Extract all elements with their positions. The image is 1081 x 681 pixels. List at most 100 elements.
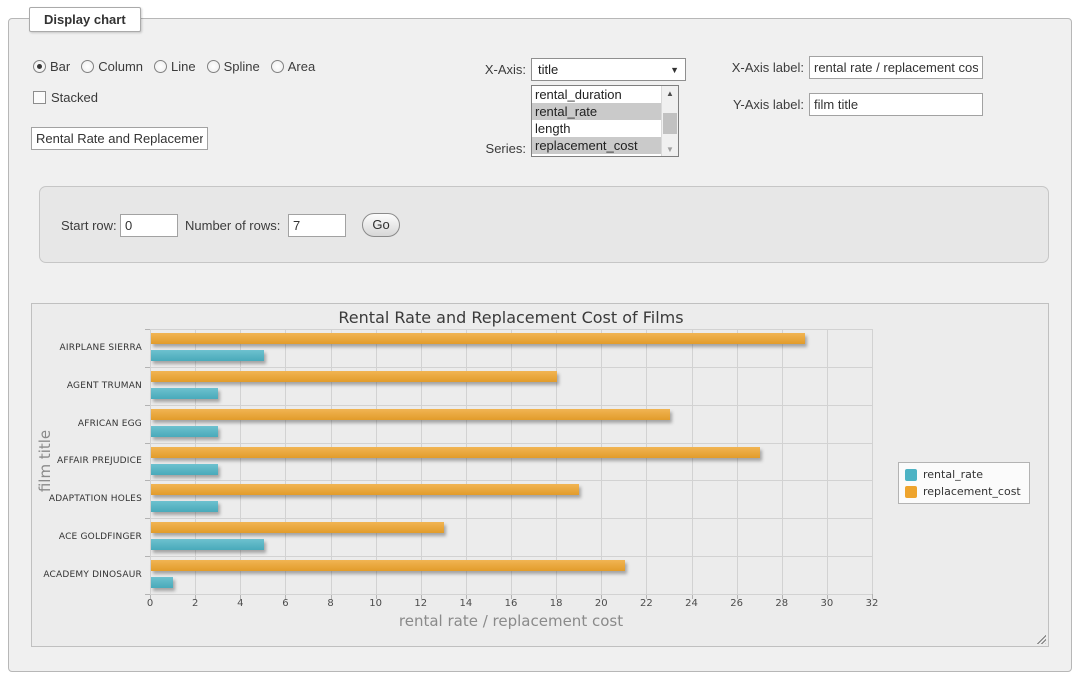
chart-type-spline[interactable]: Spline xyxy=(207,59,260,74)
x-tick-label: 4 xyxy=(237,598,243,609)
scroll-down-icon[interactable]: ▼ xyxy=(662,142,678,156)
gridline xyxy=(692,329,693,594)
chart-type-options: Bar Column Line Spline Area xyxy=(33,59,315,74)
category-label: AIRPLANE SIERRA xyxy=(32,329,142,367)
gridline xyxy=(827,329,828,594)
radio-icon xyxy=(81,60,94,73)
bar-rental_rate xyxy=(151,577,173,588)
gridline xyxy=(150,594,872,595)
x-tick-label: 30 xyxy=(821,598,834,609)
radio-icon xyxy=(33,60,46,73)
bar-replacement_cost xyxy=(151,560,625,571)
gridline xyxy=(376,329,377,594)
series-option-length[interactable]: length xyxy=(532,120,661,137)
stacked-label: Stacked xyxy=(51,90,98,105)
gridline xyxy=(150,556,872,557)
category-label: AFFAIR PREJUDICE xyxy=(32,443,142,481)
chart-type-bar[interactable]: Bar xyxy=(33,59,70,74)
number-of-rows-input[interactable] xyxy=(288,214,346,237)
gridline xyxy=(240,329,241,594)
bar-rental_rate xyxy=(151,426,218,437)
gridline xyxy=(511,329,512,594)
scrollbar-thumb[interactable] xyxy=(663,113,677,134)
bar-replacement_cost xyxy=(151,409,670,420)
gridline xyxy=(556,329,557,594)
tick-mark xyxy=(145,443,150,444)
display-chart-fieldset: Display chart BarColumnLineSplineArea St… xyxy=(8,18,1072,672)
x-tick-label: 2 xyxy=(192,598,198,609)
bar-replacement_cost xyxy=(151,333,805,344)
series-select-label: Series: xyxy=(439,141,526,157)
x-tick-label: 26 xyxy=(730,598,743,609)
x-axis-select[interactable]: title ▼ xyxy=(531,58,686,81)
x-tick-labels: 02468101214161820222426283032 xyxy=(150,598,872,610)
gridline xyxy=(150,405,872,406)
start-row-input[interactable] xyxy=(120,214,178,237)
tick-mark xyxy=(145,594,150,595)
bar-rental_rate xyxy=(151,539,264,550)
tick-mark xyxy=(145,556,150,557)
radio-icon xyxy=(154,60,167,73)
category-label: ACE GOLDFINGER xyxy=(32,518,142,556)
gridline xyxy=(150,480,872,481)
x-tick-label: 32 xyxy=(866,598,879,609)
x-axis-selected-value: title xyxy=(538,62,670,77)
series-options: rental_durationrental_ratelengthreplacem… xyxy=(532,86,661,156)
chart-type-column[interactable]: Column xyxy=(81,59,143,74)
checkbox-icon xyxy=(33,91,46,104)
stacked-checkbox[interactable]: Stacked xyxy=(33,90,98,105)
x-tick-label: 20 xyxy=(595,598,608,609)
x-tick-label: 28 xyxy=(775,598,788,609)
legend-swatch-icon xyxy=(905,469,917,481)
radio-icon xyxy=(207,60,220,73)
series-scrollbar[interactable]: ▲ ▼ xyxy=(661,86,678,156)
gridline xyxy=(150,367,872,368)
scroll-up-icon[interactable]: ▲ xyxy=(662,86,678,100)
y-axis-label-input[interactable] xyxy=(809,93,983,116)
gridline xyxy=(466,329,467,594)
bar-rental_rate xyxy=(151,388,218,399)
x-axis-label-label: X-Axis label: xyxy=(711,60,804,76)
gridline xyxy=(150,329,151,594)
category-label: AGENT TRUMAN xyxy=(32,367,142,405)
x-tick-label: 8 xyxy=(327,598,333,609)
category-label: AFRICAN EGG xyxy=(32,405,142,443)
chart-container: Rental Rate and Replacement Cost of Film… xyxy=(31,303,1049,647)
x-tick-label: 10 xyxy=(369,598,382,609)
gridline xyxy=(150,329,872,330)
bar-rental_rate xyxy=(151,501,218,512)
chart-legend: rental_rate replacement_cost xyxy=(898,462,1030,504)
gridline xyxy=(737,329,738,594)
chart-title-input[interactable] xyxy=(31,127,208,150)
x-tick-label: 22 xyxy=(640,598,653,609)
gridline xyxy=(646,329,647,594)
y-axis-label-label: Y-Axis label: xyxy=(711,97,804,113)
radio-icon xyxy=(271,60,284,73)
tick-mark xyxy=(145,405,150,406)
gridline xyxy=(150,518,872,519)
chart-title: Rental Rate and Replacement Cost of Film… xyxy=(150,308,872,327)
start-row-label: Start row: xyxy=(61,218,117,234)
tick-mark xyxy=(145,518,150,519)
tick-mark xyxy=(145,329,150,330)
bar-rental_rate xyxy=(151,464,218,475)
chart-type-line[interactable]: Line xyxy=(154,59,196,74)
chart-x-axis-title: rental rate / replacement cost xyxy=(150,612,872,630)
legend-swatch-icon xyxy=(905,486,917,498)
series-option-replacement_cost[interactable]: replacement_cost xyxy=(532,137,661,154)
series-option-rental_rate[interactable]: rental_rate xyxy=(532,103,661,120)
gridline xyxy=(285,329,286,594)
legend-item-rental_rate[interactable]: rental_rate xyxy=(905,468,1021,481)
category-labels: AIRPLANE SIERRAAGENT TRUMANAFRICAN EGGAF… xyxy=(32,329,142,594)
x-tick-label: 14 xyxy=(460,598,473,609)
resize-handle-icon[interactable] xyxy=(1035,633,1046,644)
x-axis-label-input[interactable] xyxy=(809,56,983,79)
gridline xyxy=(872,329,873,594)
go-button[interactable]: Go xyxy=(362,213,400,237)
chart-type-area[interactable]: Area xyxy=(271,59,315,74)
series-option-rental_duration[interactable]: rental_duration xyxy=(532,86,661,103)
x-tick-label: 6 xyxy=(282,598,288,609)
legend-item-replacement_cost[interactable]: replacement_cost xyxy=(905,485,1021,498)
series-listbox[interactable]: rental_durationrental_ratelengthreplacem… xyxy=(531,85,679,157)
bar-replacement_cost xyxy=(151,447,760,458)
